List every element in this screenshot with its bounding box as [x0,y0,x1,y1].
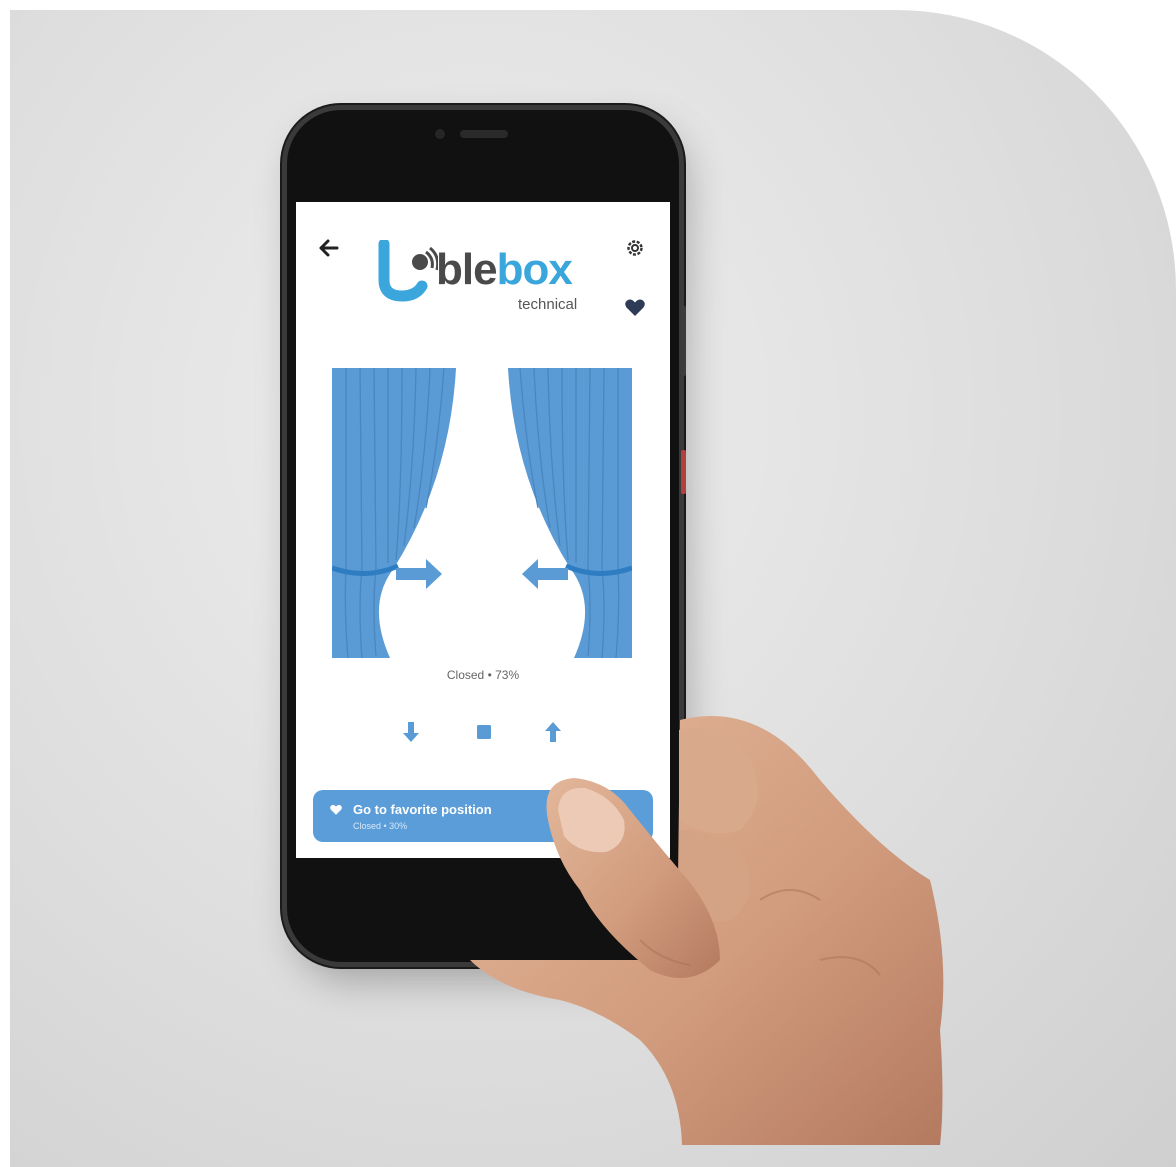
hand-image [470,716,944,1145]
